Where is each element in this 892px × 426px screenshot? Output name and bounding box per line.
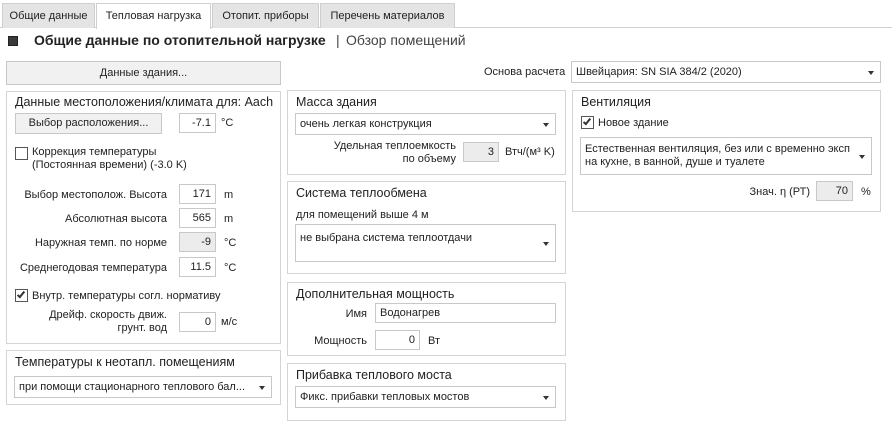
title-separator: | [336, 32, 340, 48]
outdoor-temp-label: Наружная темп. по норме [34, 237, 167, 249]
ventilation-type-select[interactable]: Естественная вентиляция, без или с време… [580, 137, 872, 175]
thermal-bridge-value: Фикс. прибавки тепловых мостов [300, 391, 470, 403]
building-data-button[interactable]: Данные здания... [6, 61, 281, 85]
heat-exchange-title: Система теплообмена [296, 186, 427, 200]
temp-correction-checkbox[interactable] [15, 147, 28, 160]
building-mass-value: очень легкая конструкция [300, 118, 432, 130]
chevron-down-icon [543, 123, 549, 127]
new-building-label: Новое здание [598, 117, 669, 129]
calc-basis-value: Швейцария: SN SIA 384/2 (2020) [576, 66, 742, 78]
location-group-title: Данные местоположения/климата для: Aach [15, 95, 274, 109]
chevron-down-icon [543, 396, 549, 400]
select-location-button[interactable]: Выбор расположения... [15, 113, 162, 134]
location-temp-unit: °C [221, 117, 234, 129]
calc-basis-label: Основа расчета [484, 66, 566, 78]
outdoor-temp-value: -9 [179, 232, 216, 252]
site-height-label: Выбор местополож. Высота [24, 189, 167, 201]
heat-capacity-label-2: по объему [402, 153, 456, 165]
temp-correction-label: Коррекция температуры [32, 146, 157, 158]
internal-temp-label: Внутр. температуры согл. нормативу [32, 290, 221, 302]
outdoor-temp-unit: °C [224, 237, 237, 249]
heat-capacity-label: Удельная теплоемкость [333, 140, 456, 152]
power-name-input[interactable]: Водонагрев [375, 303, 556, 323]
page-title: Общие данные по отопительной нагрузке [34, 32, 326, 48]
eta-unit: % [861, 186, 871, 198]
unheated-rooms-title: Температуры к неотапл. помещениям [15, 355, 235, 369]
temp-correction-label-2: (Постоянная времени) (-3.0 K) [32, 159, 187, 171]
thermal-bridge-select[interactable]: Фикс. прибавки тепловых мостов [295, 386, 556, 408]
new-building-checkbox[interactable] [581, 116, 594, 129]
abs-height-unit: m [224, 213, 234, 225]
building-mass-select[interactable]: очень легкая конструкция [295, 113, 556, 135]
internal-temp-checkbox[interactable] [15, 289, 28, 302]
power-name-label: Имя [345, 308, 367, 320]
heat-exchange-value: не выбрана система теплоотдачи [300, 232, 473, 244]
unheated-rooms-value: при помощи стационарного теплового бал..… [19, 381, 246, 393]
section-square-icon [8, 36, 18, 46]
annual-temp-input[interactable]: 11.5 [179, 257, 216, 277]
additional-power-title: Дополнительная мощность [296, 287, 455, 301]
ventilation-title: Вентиляция [581, 95, 651, 109]
site-height-input[interactable]: 171 [179, 184, 216, 204]
heat-capacity-value: 3 [463, 142, 499, 162]
abs-height-input[interactable]: 565 [179, 208, 216, 228]
ventilation-type-value-2: на кухне, в ванной, душе и туалете [585, 156, 765, 168]
building-mass-title: Масса здания [296, 95, 377, 109]
calc-basis-select[interactable]: Швейцария: SN SIA 384/2 (2020) [571, 61, 881, 83]
tab-materials-list[interactable]: Перечень материалов [320, 3, 455, 28]
thermal-bridge-title: Прибавка теплового моста [296, 368, 452, 382]
tab-general-data[interactable]: Общие данные [2, 3, 95, 28]
groundwater-drift-label-2: грунт. вод [117, 322, 167, 334]
eta-value: 70 [816, 181, 853, 201]
heat-exchange-subtitle: для помещений выше 4 м [296, 209, 429, 221]
rooms-overview-link[interactable]: Обзор помещений [346, 32, 466, 48]
abs-height-label: Абсолютная высота [65, 213, 167, 225]
power-input[interactable]: 0 [375, 330, 420, 350]
chevron-down-icon [543, 242, 549, 246]
check-icon [16, 289, 26, 299]
power-unit: Вт [428, 335, 441, 347]
annual-temp-unit: °C [224, 262, 237, 274]
tab-bar: Общие данные Тепловая нагрузка Отопит. п… [0, 0, 892, 29]
annual-temp-label: Среднегодовая температура [19, 262, 167, 274]
heat-capacity-unit: Втч/(м³ K) [505, 146, 555, 158]
tab-heating-load[interactable]: Тепловая нагрузка [96, 3, 211, 29]
location-temp-value: -7.1 [179, 113, 216, 133]
groundwater-drift-input[interactable]: 0 [179, 312, 216, 332]
site-height-unit: m [224, 189, 234, 201]
chevron-down-icon [868, 71, 874, 75]
check-icon [582, 116, 592, 126]
unheated-rooms-select[interactable]: при помощи стационарного теплового бал..… [14, 376, 272, 398]
eta-label: Знач. η (РТ) [749, 186, 811, 198]
groundwater-drift-label: Дрейф. скорость движ. [49, 309, 167, 321]
ventilation-type-value: Естественная вентиляция, без или с време… [585, 143, 850, 155]
heat-exchange-select[interactable]: не выбрана система теплоотдачи [295, 224, 556, 262]
groundwater-drift-unit: м/с [221, 316, 238, 328]
chevron-down-icon [859, 155, 865, 159]
power-label: Мощность [314, 335, 367, 347]
tab-heating-devices[interactable]: Отопит. приборы [212, 3, 319, 28]
chevron-down-icon [259, 386, 265, 390]
